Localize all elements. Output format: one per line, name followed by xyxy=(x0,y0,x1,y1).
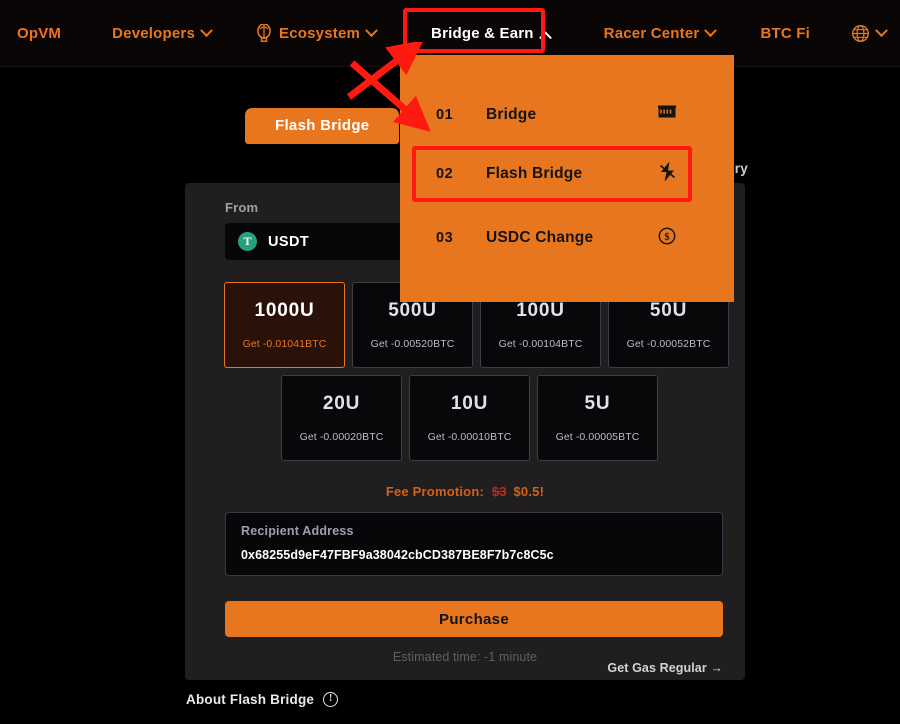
dropdown-item-bridge[interactable]: 01 Bridge xyxy=(400,87,734,143)
amount-tile-value: 500U xyxy=(388,300,437,321)
nav-item-language-selector[interactable] xyxy=(851,23,888,43)
dropdown-item-number: 02 xyxy=(436,166,454,182)
globe-icon xyxy=(851,24,870,43)
chevron-down-icon xyxy=(365,23,378,37)
amount-tile-value: 10U xyxy=(450,393,489,414)
chevron-down-icon xyxy=(704,23,718,37)
fee-promotion-new-price: $0.5! xyxy=(513,484,545,499)
amount-tiles-row-2: 20U Get -0.00020BTC 10U Get -0.00010BTC … xyxy=(281,375,658,461)
about-flash-bridge-label: About Flash Bridge xyxy=(186,692,315,707)
purchase-button[interactable]: Purchase xyxy=(225,601,723,637)
amount-tile-get: Get -0.00052BTC xyxy=(626,338,711,350)
nav-label-racer-center: Racer Center xyxy=(603,24,700,42)
dropdown-item-label: Flash Bridge xyxy=(486,165,583,182)
dollar-circle-icon: $ xyxy=(658,227,676,250)
lightning-bolt-icon xyxy=(658,161,677,187)
nav-label-bridge-and-earn: Bridge & Earn xyxy=(431,24,534,42)
tab-bar: Flash Bridge xyxy=(245,108,400,144)
get-gas-regular-link[interactable]: Get Gas Regular → xyxy=(607,661,723,675)
amount-tile-get: Get -0.00005BTC xyxy=(555,431,640,443)
amount-tile-5u[interactable]: 5U Get -0.00005BTC xyxy=(537,375,658,461)
amount-tile-1000u[interactable]: 1000U Get -0.01041BTC xyxy=(224,282,345,368)
fee-promotion-label: Fee Promotion: xyxy=(385,484,484,499)
amount-tile-value: 5U xyxy=(584,393,611,414)
amount-tile-get: Get -0.00520BTC xyxy=(370,338,455,350)
nav-item-bridge-and-earn[interactable]: Bridge & Earn xyxy=(431,24,552,44)
amount-tile-10u[interactable]: 10U Get -0.00010BTC xyxy=(409,375,530,461)
amount-tile-value: 20U xyxy=(322,393,361,414)
dropdown-item-number: 01 xyxy=(436,107,454,123)
amount-tile-get: Get -0.00104BTC xyxy=(498,338,583,350)
amount-tile-get: Get -0.01041BTC xyxy=(242,338,327,350)
bridge-icon xyxy=(658,105,676,125)
amount-tile-20u[interactable]: 20U Get -0.00020BTC xyxy=(281,375,402,461)
tab-flash-bridge[interactable]: Flash Bridge xyxy=(245,108,400,144)
nav-item-btc-fi[interactable]: BTC Fi xyxy=(760,25,810,42)
nav-item-ecosystem[interactable]: Ecosystem xyxy=(256,23,378,43)
amount-tile-value: 50U xyxy=(649,300,688,321)
fee-promotion-old-price: $3 xyxy=(491,484,507,499)
bridge-and-earn-dropdown-menu: 01 Bridge 02 Flash Bridge 03 USDC Change… xyxy=(400,55,734,302)
chevron-up-icon xyxy=(538,30,552,44)
amount-tile-value: 1000U xyxy=(254,300,315,321)
usdt-token-icon: T xyxy=(238,232,257,251)
recipient-address-field[interactable]: Recipient Address 0x68255d9eF47FBF9a3804… xyxy=(225,512,723,576)
about-flash-bridge-row[interactable]: About Flash Bridge ! xyxy=(186,692,339,707)
dropdown-item-flash-bridge[interactable]: 02 Flash Bridge xyxy=(400,146,734,202)
nav-label-btc-fi: BTC Fi xyxy=(760,24,810,42)
nav-item-racer-center[interactable]: Racer Center xyxy=(603,23,718,42)
amount-tile-value: 100U xyxy=(516,300,565,321)
chevron-down-icon xyxy=(875,23,888,37)
recipient-address-value: 0x68255d9eF47FBF9a38042cbCD387BE8F7b7c8C… xyxy=(241,548,554,562)
app-root: OpVM Developers Ecosystem Bridge & Earn xyxy=(0,0,900,724)
balloon-icon xyxy=(256,23,272,43)
info-circle-icon[interactable]: ! xyxy=(323,692,339,707)
nav-item-developers[interactable]: Developers xyxy=(112,23,213,42)
chevron-down-icon xyxy=(200,23,213,37)
recipient-address-label: Recipient Address xyxy=(241,524,354,538)
dropdown-item-label: USDC Change xyxy=(486,229,594,246)
dropdown-item-usdc-change[interactable]: 03 USDC Change $ xyxy=(400,210,734,266)
amount-tile-get: Get -0.00020BTC xyxy=(299,431,384,443)
token-symbol-label: USDT xyxy=(268,233,310,250)
dropdown-item-label: Bridge xyxy=(486,106,537,123)
nav-label-developers: Developers xyxy=(112,24,196,42)
from-label: From xyxy=(225,200,259,215)
amount-tile-get: Get -0.00010BTC xyxy=(427,431,512,443)
svg-text:$: $ xyxy=(665,231,670,242)
nav-logo-label: OpVM xyxy=(17,24,62,42)
fee-promotion: Fee Promotion: $3 $0.5! xyxy=(185,484,745,499)
dropdown-item-number: 03 xyxy=(436,230,454,246)
nav-logo-opvm[interactable]: OpVM xyxy=(17,25,61,42)
nav-label-ecosystem: Ecosystem xyxy=(279,24,361,42)
